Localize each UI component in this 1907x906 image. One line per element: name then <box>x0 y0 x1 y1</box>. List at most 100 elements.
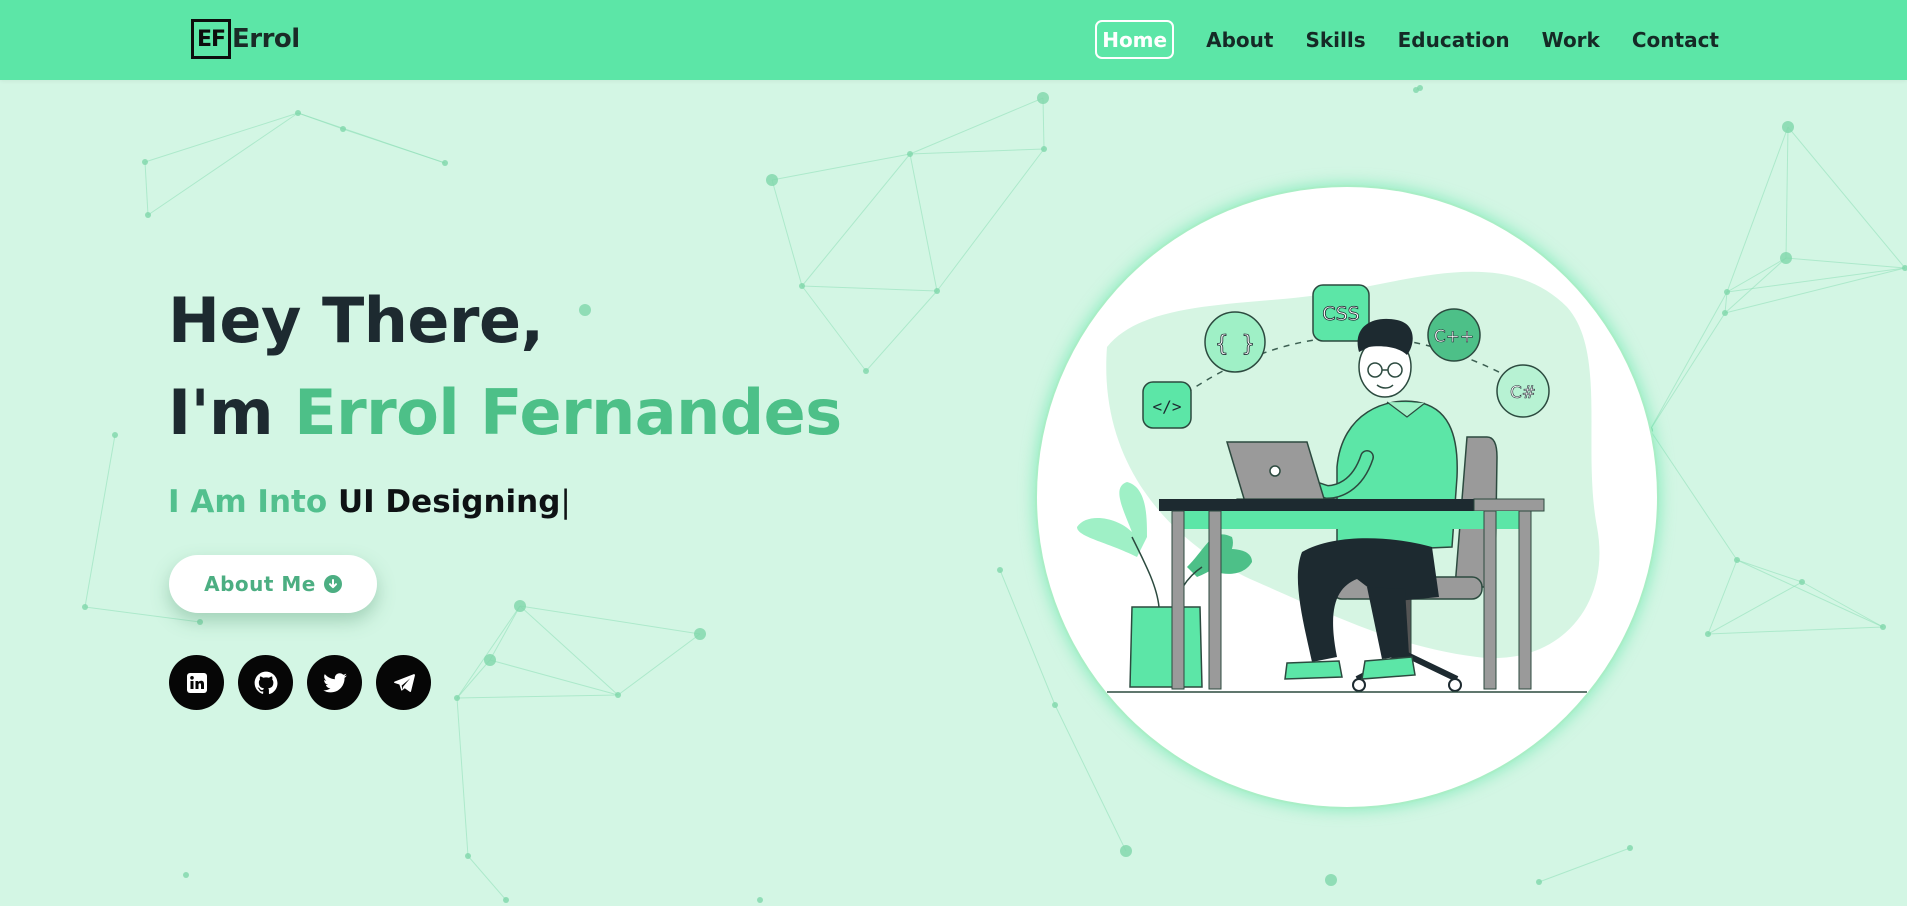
network-line <box>617 633 701 696</box>
nav-home[interactable]: Home <box>1095 20 1175 59</box>
hero-intro: I'm Errol Fernandes <box>168 382 842 444</box>
network-line <box>1707 626 1884 635</box>
network-node <box>1120 845 1132 857</box>
arrow-circle-down-icon <box>323 575 342 593</box>
network-line <box>1726 267 1906 293</box>
nav-contact[interactable]: Contact <box>1632 20 1719 59</box>
about-me-button[interactable]: About Me <box>169 555 377 613</box>
network-node <box>442 160 448 166</box>
network-node <box>514 600 526 612</box>
network-node <box>1705 631 1711 637</box>
hero-intro-prefix: I'm <box>168 376 274 449</box>
logo-name: Errol <box>232 24 300 54</box>
network-node <box>934 288 940 294</box>
network-line <box>1785 257 1906 269</box>
typed-caret: | <box>560 484 571 520</box>
telegram-link[interactable] <box>376 655 431 710</box>
network-node <box>1325 874 1337 886</box>
nav-work[interactable]: Work <box>1542 20 1600 59</box>
typed-prefix: I Am Into <box>168 484 328 520</box>
nav-skills[interactable]: Skills <box>1305 20 1365 59</box>
network-node <box>997 567 1003 573</box>
network-node <box>1782 121 1794 133</box>
network-line <box>909 153 938 292</box>
network-node <box>484 654 496 666</box>
network-node <box>112 432 118 438</box>
network-line <box>771 153 911 181</box>
network-node <box>454 695 460 701</box>
network-node <box>615 692 621 698</box>
network-line <box>1736 559 1803 583</box>
network-line <box>144 112 299 163</box>
network-node <box>1052 702 1058 708</box>
typed-line: I Am Into UI Designing| <box>168 484 842 520</box>
network-node <box>503 897 509 903</box>
network-line <box>865 290 938 372</box>
network-line <box>1649 291 1728 431</box>
network-line <box>999 569 1056 706</box>
code-tag-bubble: </> <box>1142 381 1192 429</box>
site-header: EF Errol Home About Skills Education Wor… <box>0 0 1907 80</box>
network-line <box>144 161 149 216</box>
network-line <box>801 153 911 287</box>
network-node <box>1724 289 1730 295</box>
network-node <box>1041 146 1047 152</box>
network-node <box>1722 310 1728 316</box>
linkedin-link[interactable] <box>169 655 224 710</box>
network-node <box>197 619 203 625</box>
network-line <box>456 694 619 699</box>
braces-bubble: { } <box>1204 311 1266 373</box>
network-node <box>295 110 301 116</box>
telegram-icon <box>393 673 415 692</box>
cpp-bubble: C++ <box>1427 308 1481 362</box>
main-nav: Home About Skills Education Work Contact <box>1095 20 1719 59</box>
network-node <box>1780 252 1792 264</box>
network-node <box>145 212 151 218</box>
network-line <box>1707 581 1803 635</box>
network-line <box>467 855 507 901</box>
network-node <box>766 174 778 186</box>
network-node <box>340 126 346 132</box>
logo-mark: EF <box>191 19 231 59</box>
developer-illustration: </> { } CSS C++ C# <box>1077 271 1600 693</box>
hero-text: Hey There, I'm Errol Fernandes I Am Into… <box>168 284 842 521</box>
csharp-bubble: C# <box>1496 364 1550 418</box>
network-node <box>694 628 706 640</box>
network-line <box>936 148 1045 292</box>
network-line <box>1726 126 1789 293</box>
network-line <box>456 697 469 857</box>
network-line <box>1649 312 1726 431</box>
network-node <box>757 897 763 903</box>
about-me-label: About Me <box>204 572 316 596</box>
hero-greeting: Hey There, <box>168 284 544 357</box>
network-line <box>1785 126 1789 259</box>
twitter-link[interactable] <box>307 655 362 710</box>
logo[interactable]: EF Errol <box>191 17 300 61</box>
twitter-icon <box>322 672 347 692</box>
network-line <box>1042 97 1045 150</box>
svg-text:C#: C# <box>1510 383 1536 403</box>
svg-text:C++: C++ <box>1434 327 1474 347</box>
network-line <box>1787 126 1906 269</box>
github-link[interactable] <box>238 655 293 710</box>
hero-name: Errol Fernandes <box>294 376 842 449</box>
nav-education[interactable]: Education <box>1398 20 1510 59</box>
network-line <box>1649 429 1738 561</box>
social-links <box>169 655 445 710</box>
network-line <box>771 179 803 287</box>
network-line <box>909 148 1045 155</box>
network-line <box>1538 847 1631 883</box>
nav-about[interactable]: About <box>1206 20 1273 59</box>
network-line <box>1736 559 1884 628</box>
network-node <box>863 368 869 374</box>
network-node <box>1799 579 1805 585</box>
network-line <box>147 112 299 216</box>
network-line <box>342 128 446 164</box>
network-node <box>142 159 148 165</box>
linkedin-icon <box>186 672 207 693</box>
hero-illustration: </> { } CSS C++ C# <box>1037 187 1657 807</box>
network-line <box>84 434 116 608</box>
network-line <box>1726 257 1787 293</box>
network-node <box>82 604 88 610</box>
typed-text: UI Designing <box>337 484 561 520</box>
